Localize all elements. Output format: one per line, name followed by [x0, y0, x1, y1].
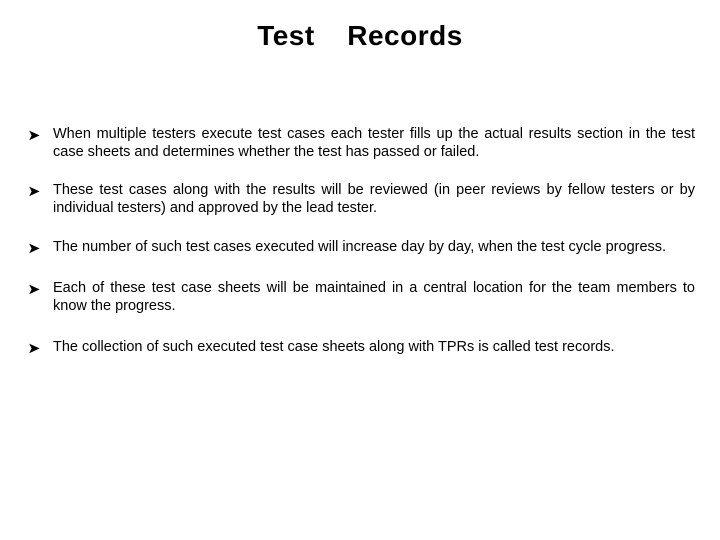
arrowhead-right-bullet-icon: [28, 339, 48, 354]
list-item: Each of these test case sheets will be m…: [27, 280, 695, 315]
list-item-text: The collection of such executed test cas…: [53, 339, 615, 356]
slide-canvas: Test Records When multiple testers execu…: [0, 0, 720, 540]
list-item-text: Each of these test case sheets will be m…: [53, 279, 695, 314]
list-item: When multiple testers execute test cases…: [27, 126, 695, 161]
arrowhead-right-bullet-icon: [28, 280, 48, 295]
list-item-text: These test cases along with the results …: [53, 182, 695, 216]
list-item: The number of such test cases executed w…: [27, 239, 695, 257]
list-item-text: The number of such test cases executed w…: [53, 239, 667, 256]
list-item: These test cases along with the results …: [27, 182, 695, 217]
list-item-text: When multiple testers execute test cases…: [53, 126, 695, 160]
arrowhead-right-bullet-icon: [28, 182, 48, 197]
arrowhead-right-bullet-icon: [28, 239, 48, 254]
arrowhead-right-bullet-icon: [28, 126, 48, 141]
page-title: Test Records: [257, 20, 463, 51]
bullet-list: When multiple testers execute test cases…: [27, 126, 695, 357]
list-item: The collection of such executed test cas…: [27, 339, 695, 357]
